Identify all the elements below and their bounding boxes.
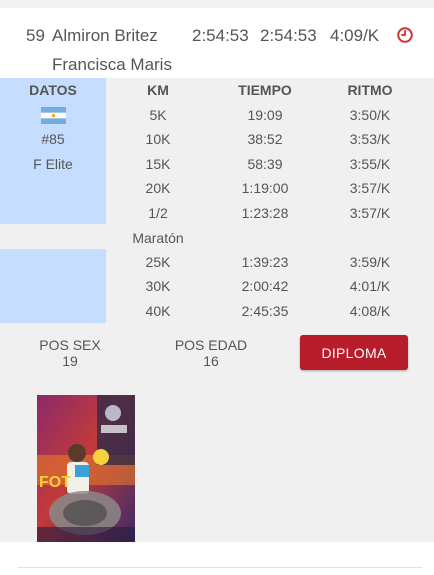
result-summary-row[interactable]: 59 Almiron Britez Francisca Maris 2:54:5…	[0, 22, 434, 78]
split-pace: 3:55/K	[349, 156, 391, 172]
argentina-flag-icon	[41, 107, 66, 124]
athlete-name-line2: Francisca Maris	[52, 55, 172, 74]
overall-position: 59	[26, 26, 45, 45]
split-pace: 3:59/K	[349, 254, 391, 270]
split-time: 1:23:28	[241, 205, 289, 221]
split-km: 20K	[145, 180, 171, 196]
split-time: 1:19:00	[241, 180, 289, 196]
split-km: 30K	[145, 278, 171, 294]
time-header: TIEMPO	[238, 82, 292, 98]
net-time: 2:54:53	[260, 26, 317, 45]
split-time: 19:09	[247, 107, 283, 123]
split-pace: 4:08/K	[349, 303, 391, 319]
split-time: 1:39:23	[241, 254, 289, 270]
pos-age-value: 16	[203, 353, 219, 369]
svg-text:FOT: FOT	[39, 474, 71, 491]
bib-number: #85	[41, 131, 65, 147]
split-time: 2:45:35	[241, 303, 289, 319]
top-divider	[0, 0, 434, 8]
split-time: 38:52	[247, 131, 283, 147]
split-pace: 3:53/K	[349, 131, 391, 147]
split-pace: 3:50/K	[349, 107, 391, 123]
pos-age-label: POS EDAD	[174, 337, 248, 353]
athlete-name-line1: Almiron Britez	[52, 26, 158, 45]
clock-icon[interactable]	[396, 26, 414, 44]
athlete-info-box	[0, 78, 106, 224]
split-km: 5K	[149, 107, 167, 123]
bottom-divider	[18, 567, 422, 568]
split-km: 10K	[145, 131, 171, 147]
split-km: Maratón	[132, 230, 184, 246]
official-time: 2:54:53	[192, 26, 249, 45]
split-pace: 3:57/K	[349, 205, 391, 221]
diploma-button[interactable]: DIPLOMA	[300, 335, 408, 370]
pos-sex-label: POS SEX	[39, 337, 101, 353]
km-header: KM	[147, 82, 169, 98]
split-km: 40K	[145, 303, 171, 319]
finish-photo[interactable]: FOT	[37, 395, 135, 542]
average-pace: 4:09/K	[330, 26, 380, 45]
datos-header: DATOS	[29, 82, 77, 98]
split-km: 1/2	[148, 205, 168, 221]
pace-header: RITMO	[347, 82, 393, 98]
split-pace: 3:57/K	[349, 180, 391, 196]
split-time: 2:00:42	[241, 278, 289, 294]
category: F Elite	[33, 156, 73, 172]
pos-sex-value: 19	[62, 353, 78, 369]
split-km: 25K	[145, 254, 171, 270]
athlete-info-box-lower	[0, 249, 106, 323]
split-km: 15K	[145, 156, 171, 172]
split-pace: 4:01/K	[349, 278, 391, 294]
split-time: 58:39	[247, 156, 283, 172]
result-details-panel: DATOS #85 F Elite KM TIEMPO RITMO 5K 19:…	[0, 78, 434, 542]
